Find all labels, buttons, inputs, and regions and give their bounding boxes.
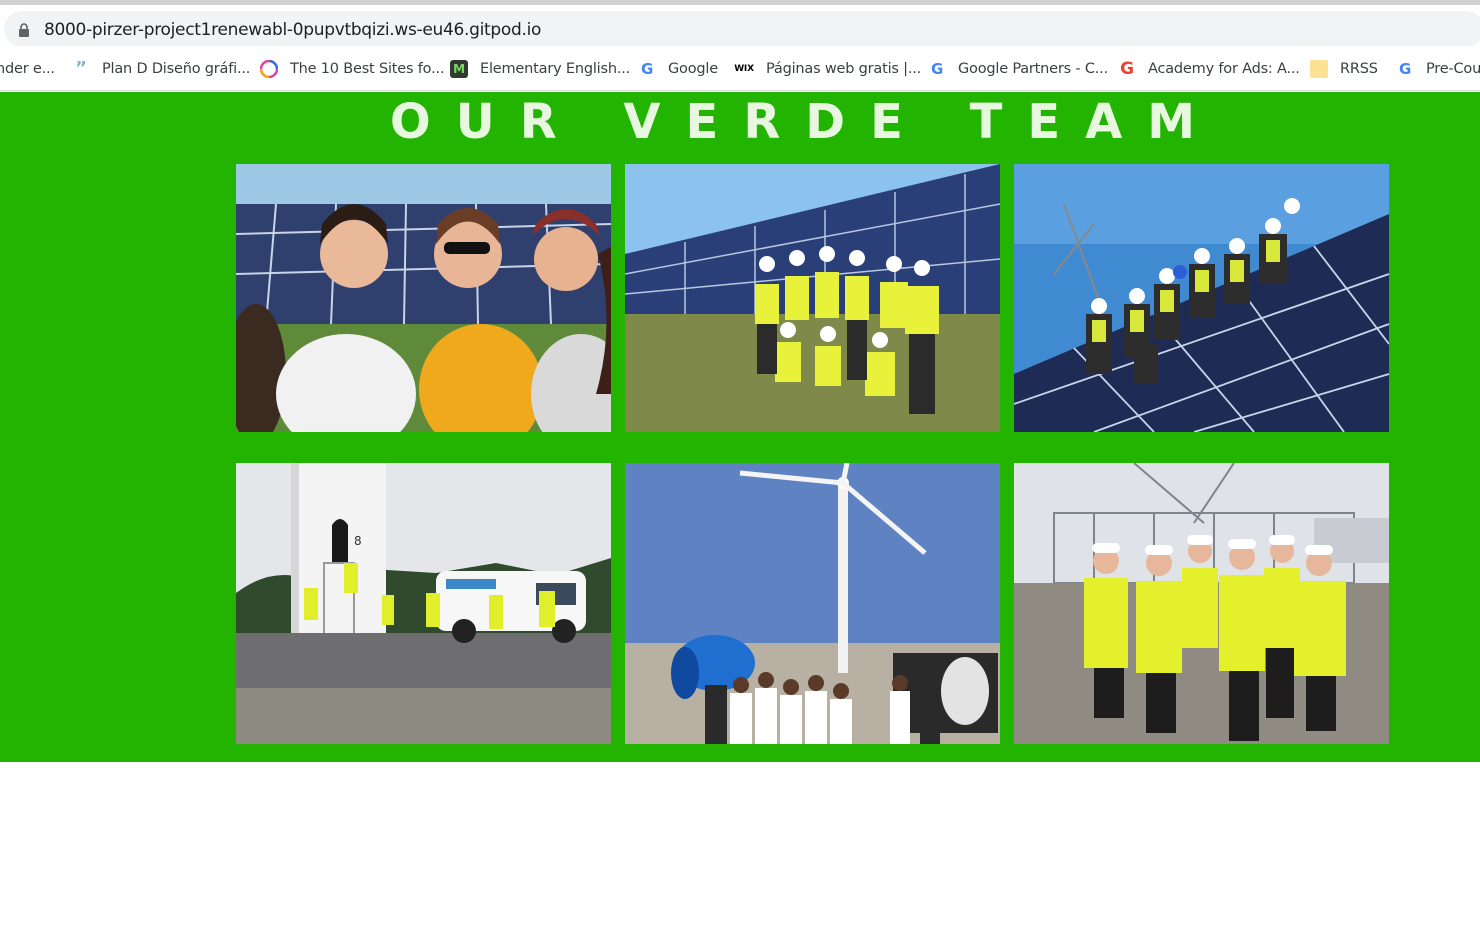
bookmark-label: nder e... bbox=[0, 60, 55, 77]
team-photo-solar-roof bbox=[1014, 164, 1389, 432]
google-g-icon: G bbox=[930, 59, 944, 78]
bookmark-label: Páginas web gratis |... bbox=[766, 60, 922, 77]
bookmark-item[interactable]: RRSS bbox=[1310, 46, 1378, 90]
svg-text:8: 8 bbox=[354, 534, 362, 548]
bookmark-item[interactable]: G Academy for Ads: A... bbox=[1118, 46, 1300, 90]
bookmark-label: Pre-Cour bbox=[1426, 60, 1480, 77]
colorful-circle-icon bbox=[260, 59, 278, 78]
quote-icon: ” bbox=[75, 57, 87, 79]
team-photo-construction bbox=[1014, 463, 1389, 744]
google-g-icon: G bbox=[1120, 58, 1134, 79]
team-photo-solar-women bbox=[236, 164, 611, 432]
bookmark-item[interactable]: nder e... bbox=[0, 46, 55, 90]
bookmark-label: The 10 Best Sites fo... bbox=[290, 60, 445, 77]
bookmarks-bar: nder e... ” Plan D Diseño gráfi... The 1… bbox=[0, 46, 1480, 91]
google-g-icon: G bbox=[640, 59, 654, 78]
browser-address-bar: 8000-pirzer-project1renewabl-0pupvtbqizi… bbox=[0, 0, 1480, 47]
bookmark-item[interactable]: The 10 Best Sites fo... bbox=[260, 46, 445, 90]
bookmark-label: Google Partners - C... bbox=[958, 60, 1108, 77]
m-logo-icon: M bbox=[450, 59, 468, 78]
bookmark-item[interactable]: WIX Páginas web gratis |... bbox=[734, 46, 922, 90]
lock-icon[interactable] bbox=[18, 23, 30, 37]
url-text[interactable]: 8000-pirzer-project1renewabl-0pupvtbqizi… bbox=[44, 20, 541, 40]
bookmark-label: Plan D Diseño gráfi... bbox=[102, 60, 251, 77]
bookmark-item[interactable]: ” Plan D Diseño gráfi... bbox=[72, 46, 251, 90]
team-photo-turbine-van: 8 bbox=[236, 463, 611, 744]
bookmark-item[interactable]: G Google Partners - C... bbox=[928, 46, 1108, 90]
team-photo-turbine-students bbox=[625, 463, 1000, 744]
wix-logo-icon: WIX bbox=[734, 63, 754, 74]
team-title: OUR VERDE TEAM bbox=[389, 94, 1221, 150]
bookmark-label: Elementary English... bbox=[480, 60, 631, 77]
folder-icon bbox=[1310, 59, 1328, 78]
bookmark-item[interactable]: M Elementary English... bbox=[450, 46, 631, 90]
team-section: OUR VERDE TEAM 8 bbox=[0, 92, 1480, 762]
bookmark-label: RRSS bbox=[1340, 60, 1378, 77]
url-field[interactable]: 8000-pirzer-project1renewabl-0pupvtbqizi… bbox=[4, 11, 1480, 47]
bookmark-item[interactable]: G Pre-Cour bbox=[1396, 46, 1480, 90]
bookmark-item[interactable]: G Google bbox=[638, 46, 718, 90]
bookmark-label: Academy for Ads: A... bbox=[1148, 60, 1300, 77]
bookmark-label: Google bbox=[668, 60, 718, 77]
google-g-icon: G bbox=[1398, 59, 1412, 78]
team-photo-solar-workers bbox=[625, 164, 1000, 432]
